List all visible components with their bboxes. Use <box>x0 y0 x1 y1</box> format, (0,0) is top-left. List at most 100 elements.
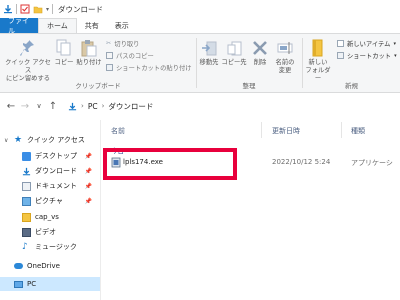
sidebar-item-cap-vs[interactable]: cap_vs <box>0 210 100 224</box>
shortcut-label: ショートカット <box>347 53 392 60</box>
copy-path-label: パスのコピー <box>116 53 154 60</box>
column-divider[interactable] <box>341 122 342 138</box>
sidebar-item-pc[interactable]: PC <box>0 277 100 291</box>
column-divider[interactable] <box>261 122 262 138</box>
tab-home[interactable]: ホーム <box>38 18 77 33</box>
sidebar-item-documents[interactable]: ドキュメント 📌 <box>0 179 100 193</box>
clipboard-group-label: クリップボード <box>75 82 121 90</box>
title-separator <box>52 4 54 14</box>
pin-quick-access-button[interactable]: クイック アクセス にピン留めする <box>4 39 52 83</box>
sidebar-item-videos[interactable]: ビデオ <box>0 225 100 239</box>
move-to-button[interactable]: 移動先 <box>197 39 221 67</box>
pin-label-1: クイック アクセス <box>5 59 51 74</box>
file-list: 名前 更新日時 種類 今日 lpls174.exe 2022/10/12 5:2… <box>101 120 400 300</box>
pinned-icon: 📌 <box>84 197 92 205</box>
breadcrumb-chevron-icon[interactable]: › <box>102 102 105 110</box>
file-date: 2022/10/12 5:24 <box>272 158 331 166</box>
sidebar-item-downloads[interactable]: ダウンロード 📌 <box>0 164 100 178</box>
back-arrow-icon[interactable]: ← <box>4 101 18 112</box>
download-icon <box>22 167 31 175</box>
folder-icon <box>22 212 31 222</box>
music-icon: ♪ <box>22 241 28 252</box>
clipboard-group: クイック アクセス にピン留めする コピー 貼り付け ✂ 切り取り パスのコピー <box>0 34 196 92</box>
navigation-pane: ∨ ★ クイック アクセス デスクトップ 📌 ダウンロード 📌 ドキュメント 📌… <box>0 120 100 300</box>
column-header-name[interactable]: 名前 <box>111 126 125 136</box>
sidebar-item-desktop[interactable]: デスクトップ 📌 <box>0 149 100 163</box>
file-type: アプリケーシ <box>351 159 393 167</box>
organize-group: 移動先 コピー先 削除 名前の 変更 整理 <box>197 34 301 92</box>
chevron-down-icon[interactable]: ∨ <box>4 137 8 144</box>
copy-to-icon <box>227 41 242 56</box>
tab-file[interactable]: ファイル <box>0 17 38 35</box>
pinned-icon: 📌 <box>84 152 92 160</box>
copy-to-button[interactable]: コピー先 <box>221 39 247 67</box>
sidebar-item-music[interactable]: ♪ ミュージック <box>0 240 100 254</box>
sidebar-item-label: ビデオ <box>35 228 56 236</box>
tab-view[interactable]: 表示 <box>107 18 137 33</box>
sidebar-item-quick-access[interactable]: ∨ ★ クイック アクセス <box>0 133 100 147</box>
rename-icon <box>277 42 293 54</box>
recent-locations-icon[interactable]: ∨ <box>32 102 46 110</box>
new-item-label: 新しいアイテム <box>347 41 391 48</box>
new-folder-icon <box>312 39 323 57</box>
sidebar-item-onedrive[interactable]: OneDrive <box>0 259 100 273</box>
copy-button[interactable]: コピー <box>54 39 74 67</box>
new-item-dropdown-icon: ▾ <box>393 40 396 47</box>
breadcrumb-downloads[interactable]: ダウンロード <box>108 101 153 112</box>
ribbon-home: クイック アクセス にピン留めする コピー 貼り付け ✂ 切り取り パスのコピー <box>0 33 400 93</box>
new-folder-button[interactable]: 新しい フォルダー <box>303 39 333 83</box>
shortcut-dropdown-icon: ▾ <box>394 52 397 59</box>
rename-button[interactable]: 名前の 変更 <box>273 39 297 75</box>
new-folder-qat-icon[interactable] <box>33 4 43 14</box>
sidebar-item-label: ミュージック <box>35 243 77 251</box>
forward-arrow-icon[interactable]: → <box>18 101 32 112</box>
title-bar: ▾ ダウンロード <box>0 0 400 18</box>
new-item-button[interactable]: 新しいアイテム ▾ <box>337 39 396 48</box>
paste-icon <box>81 40 97 57</box>
copy-icon <box>56 39 71 56</box>
sidebar-item-label: cap_vs <box>35 213 59 221</box>
pinned-icon: 📌 <box>84 182 92 190</box>
rename-label-1: 名前の <box>275 59 295 66</box>
rename-label-2: 変更 <box>278 66 292 74</box>
sidebar-item-label: クイック アクセス <box>27 136 85 144</box>
paste-label: 貼り付け <box>76 59 102 66</box>
desktop-icon <box>22 151 31 161</box>
delete-label: 削除 <box>253 59 267 66</box>
paste-button[interactable]: 貼り付け <box>76 39 102 67</box>
delete-button[interactable]: 削除 <box>251 39 269 67</box>
new-group: 新しい フォルダー 新しいアイテム ▾ ショートカット ▾ 新規 <box>303 34 400 92</box>
sidebar-item-label: PC <box>27 280 37 288</box>
ribbon-tabs: ファイル ホーム 共有 表示 <box>0 17 400 35</box>
organize-group-label: 整理 <box>242 82 256 90</box>
sidebar-item-pictures[interactable]: ピクチャ 📌 <box>0 194 100 208</box>
tab-share[interactable]: 共有 <box>77 18 107 33</box>
download-folder-icon[interactable] <box>3 4 13 14</box>
new-group-label: 新規 <box>345 82 358 90</box>
up-arrow-icon[interactable]: ↑ <box>46 101 60 112</box>
qat-dropdown-icon[interactable]: ▾ <box>46 6 49 13</box>
column-header-type[interactable]: 種類 <box>351 126 365 136</box>
breadcrumb-pc[interactable]: PC <box>88 102 98 111</box>
shortcut-button[interactable]: ショートカット ▾ <box>337 51 397 60</box>
copy-path-button[interactable]: パスのコピー <box>106 51 154 60</box>
properties-icon[interactable] <box>20 4 30 14</box>
copy-to-label: コピー先 <box>221 59 247 66</box>
cut-button[interactable]: ✂ 切り取り <box>106 39 139 48</box>
download-location-icon <box>68 102 77 110</box>
highlight-annotation-box <box>103 148 237 180</box>
copy-label: コピー <box>54 59 74 66</box>
move-to-icon <box>202 41 217 56</box>
new-item-icon <box>337 40 344 47</box>
sidebar-item-label: デスクトップ <box>35 152 77 160</box>
new-folder-label-1: 新しい <box>308 59 328 66</box>
sidebar-item-label: ピクチャ <box>35 197 63 205</box>
paste-shortcut-button[interactable]: ショートカットの貼り付け <box>106 63 192 72</box>
computer-icon <box>14 280 23 288</box>
documents-icon <box>22 181 31 191</box>
window-title: ダウンロード <box>58 4 104 14</box>
scissors-icon: ✂ <box>106 40 112 47</box>
paste-shortcut-icon <box>106 64 113 71</box>
shortcut-icon <box>337 52 344 59</box>
column-header-date[interactable]: 更新日時 <box>272 126 300 136</box>
